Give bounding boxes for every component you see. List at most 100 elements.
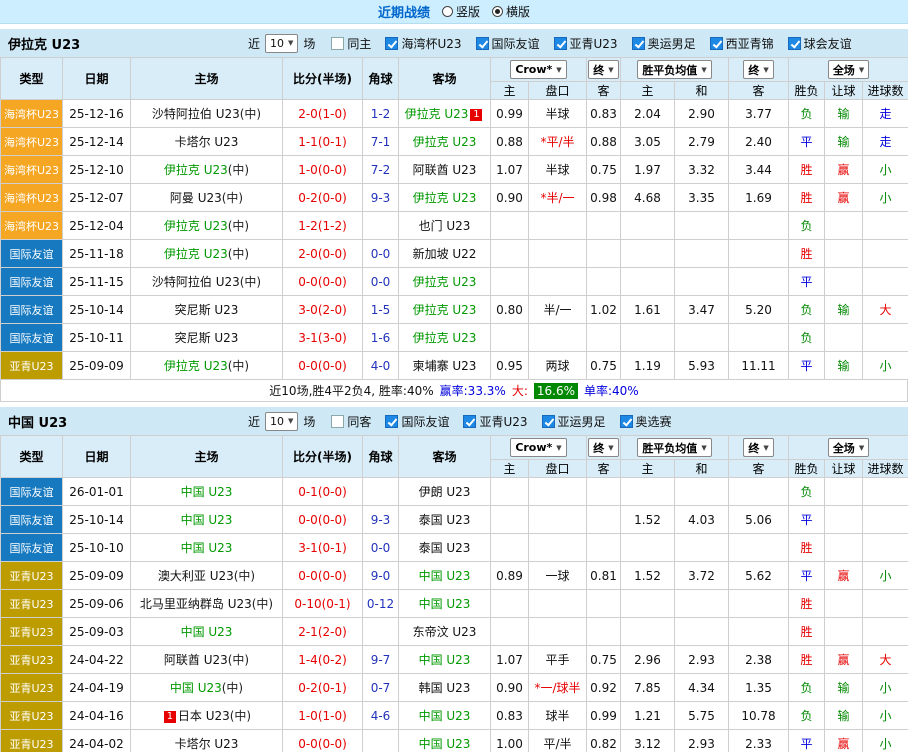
filter-checkbox-1-1[interactable]: 国际友谊: [385, 413, 449, 430]
match-row: 亚青U2324-04-19中国 U23(中)0-2(0-1)0-7韩国 U230…: [1, 674, 908, 702]
match-count-select[interactable]: 10▼: [265, 412, 298, 431]
avg-home-cell: [621, 324, 675, 352]
fulltime-select[interactable]: 全场▼: [828, 60, 869, 79]
filter-checkbox-0-6[interactable]: 球会友谊: [788, 35, 852, 52]
filter-checkbox-1-0[interactable]: 同客: [331, 413, 371, 430]
radio-vertical-icon[interactable]: [442, 6, 453, 17]
odds-company-select[interactable]: Crow*▼: [510, 438, 566, 457]
checkbox-icon: [385, 415, 398, 428]
team-link[interactable]: 泰国 U23: [419, 513, 471, 527]
match-date-cell: 25-12-04: [63, 212, 131, 240]
team-link[interactable]: 中国 U23: [181, 541, 233, 555]
team-link[interactable]: 卡塔尔 U23: [175, 135, 239, 149]
games-label: 场: [303, 35, 315, 52]
team-link[interactable]: 中国 U23: [419, 597, 471, 611]
filter-checkbox-0-3[interactable]: 亚青U23: [554, 35, 618, 52]
corner-cell: [363, 730, 399, 752]
avg-header: 胜平负均值▼: [621, 58, 729, 82]
team-link[interactable]: 中国 U23: [419, 569, 471, 583]
team-link[interactable]: 伊拉克 U23: [413, 331, 477, 345]
filter-checkbox-0-5[interactable]: 西亚青锦: [710, 35, 774, 52]
match-row: 亚青U2325-09-03中国 U232-1(2-0)东帝汶 U23胜: [1, 618, 908, 646]
final-avg-select[interactable]: 终▼: [743, 438, 773, 457]
home-team-cell: 沙特阿拉伯 U23(中): [131, 268, 283, 296]
home-team-cell: 中国 U23: [131, 478, 283, 506]
team-link[interactable]: 伊朗 U23: [419, 485, 471, 499]
team-link[interactable]: 伊拉克 U23: [413, 275, 477, 289]
team-link[interactable]: 中国 U23: [170, 681, 222, 695]
final-avg-select-value: 终: [748, 62, 759, 78]
team-link[interactable]: 中国 U23: [419, 737, 471, 751]
team-link[interactable]: 伊拉克 U23: [164, 163, 228, 177]
handicap-cell: [529, 212, 587, 240]
team-link[interactable]: 中国 U23: [419, 709, 471, 723]
team-link[interactable]: 突尼斯 U23: [175, 303, 239, 317]
team-link[interactable]: 中国 U23: [419, 653, 471, 667]
team-link[interactable]: 阿联酋 U23: [164, 653, 228, 667]
filter-checkbox-1-2[interactable]: 亚青U23: [463, 413, 527, 430]
team-link[interactable]: 新加坡 U22: [413, 247, 477, 261]
handicap-cell: 半球: [529, 156, 587, 184]
radio-horizontal-label[interactable]: 横版: [506, 3, 530, 20]
col-type: 类型: [1, 58, 63, 100]
avg-away-cell: [729, 534, 789, 562]
match-type-cell: 国际友谊: [1, 268, 63, 296]
team-link[interactable]: 伊拉克 U23: [413, 191, 477, 205]
result-cell: 平: [789, 268, 825, 296]
filter-checkbox-0-0[interactable]: 同主: [331, 35, 371, 52]
team-link[interactable]: 伊拉克 U23: [164, 359, 228, 373]
team-link[interactable]: 中国 U23: [181, 625, 233, 639]
result-cell: 负: [789, 212, 825, 240]
avg-draw-cell: 3.32: [675, 156, 729, 184]
team-link[interactable]: 澳大利亚 U23: [158, 569, 234, 583]
handicap-result-cell: 赢: [825, 184, 863, 212]
match-count-select[interactable]: 10▼: [265, 34, 298, 53]
team-link[interactable]: 卡塔尔 U23: [175, 737, 239, 751]
away-team-cell: 伊拉克 U23: [399, 324, 491, 352]
odds-company-select[interactable]: Crow*▼: [510, 60, 566, 79]
team-link[interactable]: 日本 U23: [178, 709, 230, 723]
team-link[interactable]: 柬埔寨 U23: [413, 359, 477, 373]
team-link[interactable]: 沙特阿拉伯 U23: [152, 275, 240, 289]
team-link[interactable]: 阿曼 U23: [170, 191, 222, 205]
fulltime-select[interactable]: 全场▼: [828, 438, 869, 457]
goals-result-cell: 小: [863, 562, 908, 590]
team-link[interactable]: 沙特阿拉伯 U23: [152, 107, 240, 121]
col-avg-home: 主: [621, 460, 675, 478]
team-link[interactable]: 东帝汶 U23: [413, 625, 477, 639]
match-date-cell: 25-09-09: [63, 352, 131, 380]
radio-vertical-label[interactable]: 竖版: [456, 3, 480, 20]
team-link[interactable]: 伊拉克 U23: [405, 107, 469, 121]
col-avg-draw: 和: [675, 460, 729, 478]
match-date-cell: 24-04-02: [63, 730, 131, 752]
avg-select[interactable]: 胜平负均值▼: [637, 438, 711, 457]
filter-checkbox-1-4[interactable]: 奥选赛: [620, 413, 672, 430]
checkbox-label: 亚青U23: [479, 413, 527, 430]
final-avg-select[interactable]: 终▼: [743, 60, 773, 79]
team-link[interactable]: 伊拉克 U23: [413, 303, 477, 317]
final-odds-select[interactable]: 终▼: [588, 438, 618, 457]
team-link[interactable]: 突尼斯 U23: [175, 331, 239, 345]
home-team-cell: 沙特阿拉伯 U23(中): [131, 100, 283, 128]
team-link[interactable]: 伊拉克 U23: [413, 135, 477, 149]
filter-checkbox-0-4[interactable]: 奥运男足: [632, 35, 696, 52]
team-link[interactable]: 也门 U23: [419, 219, 471, 233]
filter-checkbox-1-3[interactable]: 亚运男足: [542, 413, 606, 430]
avg-select[interactable]: 胜平负均值▼: [637, 60, 711, 79]
team-link[interactable]: 阿联酋 U23: [413, 163, 477, 177]
filter-checkbox-0-2[interactable]: 国际友谊: [476, 35, 540, 52]
team-link[interactable]: 中国 U23: [181, 513, 233, 527]
team-link[interactable]: 北马里亚纳群岛 U23: [140, 597, 252, 611]
radio-horizontal-icon[interactable]: [492, 6, 503, 17]
team-link[interactable]: 伊拉克 U23: [164, 247, 228, 261]
team-link[interactable]: 韩国 U23: [419, 681, 471, 695]
team-link[interactable]: 伊拉克 U23: [164, 219, 228, 233]
filter-checkbox-0-1[interactable]: 海湾杯U23: [385, 35, 461, 52]
odds-away-cell: 0.82: [587, 730, 621, 752]
checkbox-icon: [788, 37, 801, 50]
team-link[interactable]: 中国 U23: [181, 485, 233, 499]
final-odds-select[interactable]: 终▼: [588, 60, 618, 79]
col-score: 比分(半场): [283, 436, 363, 478]
team-link[interactable]: 泰国 U23: [419, 541, 471, 555]
col-handicap: 盘口: [529, 460, 587, 478]
